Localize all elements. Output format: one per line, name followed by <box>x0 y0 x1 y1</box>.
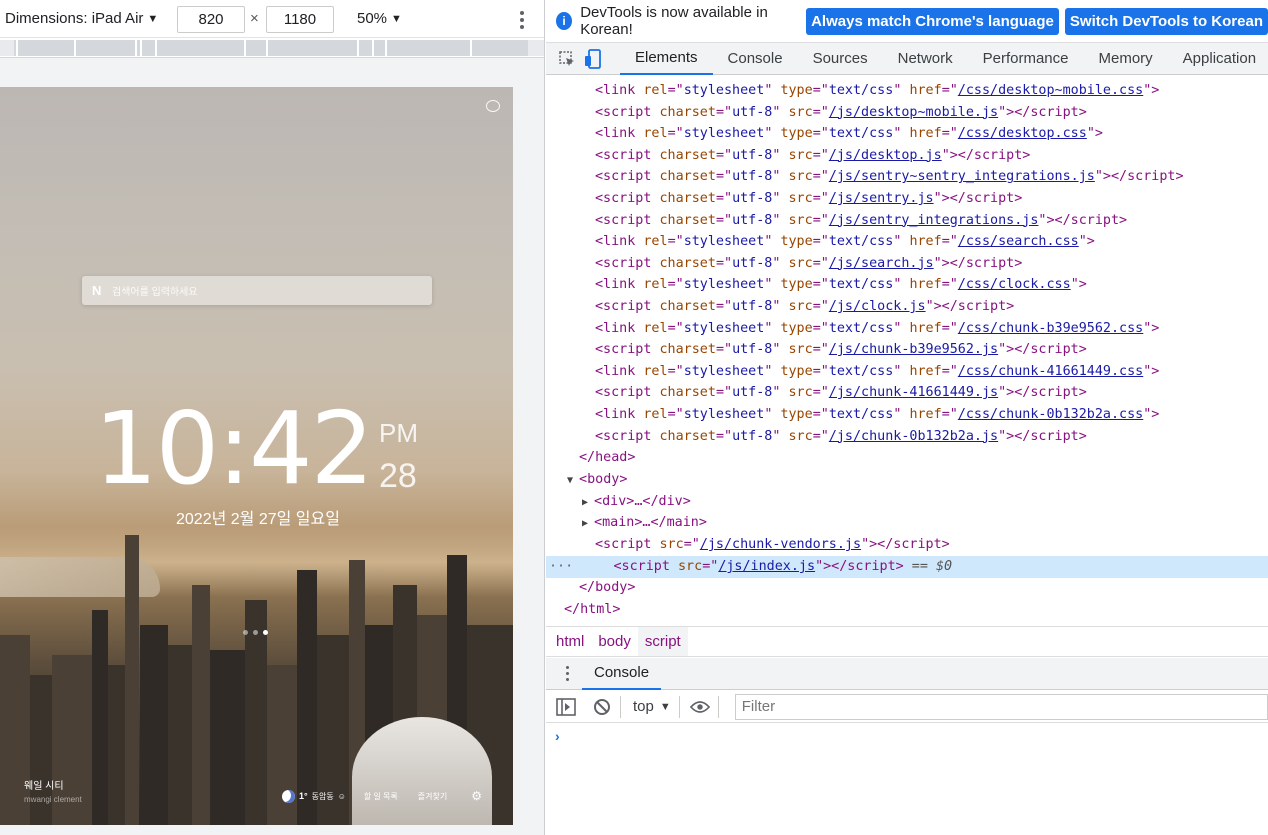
dom-node-head-close[interactable]: </head> <box>546 447 1268 469</box>
bottom-toolbar: 1° 동암동 ☺ 할 일 목록 즐겨찾기 ⚙ <box>282 789 482 803</box>
tab-memory[interactable]: Memory <box>1084 43 1168 75</box>
tab-performance[interactable]: Performance <box>968 43 1084 75</box>
context-select[interactable]: top ▼ <box>633 698 671 715</box>
dom-node-link[interactable]: <link rel="stylesheet" type="text/css" h… <box>546 318 1268 340</box>
dom-node-link[interactable]: <link rel="stylesheet" type="text/css" h… <box>546 80 1268 102</box>
dom-node-script[interactable]: <script charset="utf-8" src="/js/desktop… <box>546 102 1268 124</box>
weather-temp[interactable]: 1° <box>299 791 308 801</box>
tab-sources[interactable]: Sources <box>798 43 883 75</box>
eye-icon[interactable] <box>689 697 710 717</box>
stadium-dome <box>352 717 492 825</box>
dom-node-selected-script[interactable]: ··· <script src="/js/index.js"></script>… <box>546 556 1268 578</box>
clock-date: 2022년 2월 27일 일요일 <box>176 511 340 528</box>
search-input[interactable]: N 검색어를 입력하세요 <box>82 276 432 305</box>
dom-node-script[interactable]: <script charset="utf-8" src="/js/desktop… <box>546 145 1268 167</box>
dom-node-script[interactable]: <script charset="utf-8" src="/js/chunk-0… <box>546 426 1268 448</box>
feedback-icon[interactable] <box>486 100 500 112</box>
breadcrumb: html body script <box>546 626 1268 657</box>
dom-node-script[interactable]: <script charset="utf-8" src="/js/search.… <box>546 253 1268 275</box>
naver-logo-icon: N <box>92 283 102 298</box>
inspect-element-icon[interactable] <box>558 49 576 69</box>
photo-credit: mwangi clement <box>24 795 82 804</box>
info-icon: i <box>556 12 573 30</box>
bookmarks-link[interactable]: 즐겨찾기 <box>418 791 447 802</box>
dom-node-link[interactable]: <link rel="stylesheet" type="text/css" h… <box>546 231 1268 253</box>
switch-language-button[interactable]: Switch DevTools to Korean <box>1064 7 1268 35</box>
match-language-button[interactable]: Always match Chrome's language <box>806 7 1059 35</box>
devtools-pane: i DevTools is now available in Korean! A… <box>546 0 1268 835</box>
dom-node-body-close[interactable]: </body> <box>546 577 1268 599</box>
moon-icon <box>282 789 295 803</box>
tab-application[interactable]: Application <box>1168 43 1268 75</box>
weather-status-icon: ☺ <box>337 791 346 801</box>
console-toolbar: top ▼ Filter <box>546 691 1268 723</box>
dom-node-link[interactable]: <link rel="stylesheet" type="text/css" h… <box>546 274 1268 296</box>
toolbar-divider <box>717 695 719 718</box>
clear-console-icon[interactable] <box>592 697 612 717</box>
emulated-page: N 검색어를 입력하세요 10:42 PM 28 2022년 2월 27일 일요… <box>0 87 513 825</box>
tab-network[interactable]: Network <box>883 43 968 75</box>
dom-node-html-close[interactable]: </html> <box>546 599 1268 621</box>
media-query-bar[interactable] <box>0 38 544 58</box>
dom-node-link[interactable]: <link rel="stylesheet" type="text/css" h… <box>546 361 1268 383</box>
city-name: 웨일 시티 <box>24 781 64 792</box>
device-dimensions-select[interactable]: Dimensions: iPad Air ▼ <box>0 10 158 27</box>
zoom-select[interactable]: 50% ▼ <box>357 10 402 27</box>
breadcrumb-script[interactable]: script <box>637 627 688 656</box>
dom-node-script[interactable]: <script src="/js/chunk-vendors.js"></scr… <box>546 534 1268 556</box>
chevron-down-icon: ▼ <box>659 700 671 713</box>
todo-link[interactable]: 할 일 목록 <box>364 791 398 802</box>
more-options-icon[interactable] <box>512 9 532 31</box>
device-dimensions-label: Dimensions: iPad Air <box>5 10 144 27</box>
console-prompt-icon[interactable]: › <box>555 728 560 744</box>
dom-node-script[interactable]: <script charset="utf-8" src="/js/sentry.… <box>546 188 1268 210</box>
devtools-tabbar: Elements Console Sources Network Perform… <box>546 43 1268 75</box>
weather-location[interactable]: 동암동 <box>312 791 334 802</box>
sidebar-toggle-icon[interactable] <box>556 697 576 717</box>
filter-input[interactable]: Filter <box>734 693 1268 720</box>
drawer-tabbar: Console <box>546 658 1268 690</box>
clock-time: 10:42 <box>94 390 374 507</box>
breadcrumb-body[interactable]: body <box>591 627 638 656</box>
breadcrumb-html[interactable]: html <box>549 627 591 656</box>
dom-node-link[interactable]: <link rel="stylesheet" type="text/css" h… <box>546 404 1268 426</box>
dom-node-script[interactable]: <script charset="utf-8" src="/js/sentry~… <box>546 166 1268 188</box>
drawer-menu-icon[interactable] <box>557 666 577 681</box>
chevron-down-icon: ▼ <box>147 12 159 25</box>
device-height-input[interactable]: 1180 <box>266 6 334 33</box>
gear-icon[interactable]: ⚙ <box>471 789 482 803</box>
toolbar-divider <box>678 695 680 718</box>
dom-node-div[interactable]: ▶ <div>…</div> <box>546 491 1268 513</box>
chevron-down-icon: ▼ <box>391 12 402 25</box>
search-placeholder: 검색어를 입력하세요 <box>112 287 198 298</box>
tab-drawer-console[interactable]: Console <box>582 658 662 690</box>
dom-node-script[interactable]: <script charset="utf-8" src="/js/chunk-4… <box>546 382 1268 404</box>
dimension-separator: × <box>250 10 259 27</box>
context-value: top <box>633 698 654 715</box>
tab-console[interactable]: Console <box>713 43 798 75</box>
dom-node-script[interactable]: <script charset="utf-8" src="/js/clock.j… <box>546 296 1268 318</box>
page-indicator[interactable] <box>243 630 268 635</box>
dom-node-main[interactable]: ▶ <main>…</main> <box>546 512 1268 534</box>
clock-ampm: PM <box>379 418 418 448</box>
dom-node-script[interactable]: <script charset="utf-8" src="/js/sentry_… <box>546 210 1268 232</box>
zoom-value: 50% <box>357 10 388 27</box>
infobar-message: DevTools is now available in Korean! <box>580 4 768 38</box>
tab-elements[interactable]: Elements <box>620 43 713 75</box>
dom-node-link[interactable]: <link rel="stylesheet" type="text/css" h… <box>546 123 1268 145</box>
language-infobar: i DevTools is now available in Korean! A… <box>546 0 1268 43</box>
clock-seconds: 28 <box>379 457 417 495</box>
screenshot-root: Dimensions: iPad Air ▼ 820 × 1180 50% ▼ <box>0 0 1268 835</box>
device-toggle-icon[interactable] <box>584 48 604 69</box>
elements-tree[interactable]: <link rel="stylesheet" type="text/css" h… <box>546 75 1268 625</box>
device-emulation-pane: Dimensions: iPad Air ▼ 820 × 1180 50% ▼ <box>0 0 545 835</box>
dom-node-script[interactable]: <script charset="utf-8" src="/js/chunk-b… <box>546 339 1268 361</box>
device-toolbar: Dimensions: iPad Air ▼ 820 × 1180 50% ▼ <box>0 0 544 38</box>
dom-node-body[interactable]: ▼ <body> <box>546 469 1268 491</box>
toolbar-divider <box>620 695 621 718</box>
device-width-input[interactable]: 820 <box>177 6 245 33</box>
